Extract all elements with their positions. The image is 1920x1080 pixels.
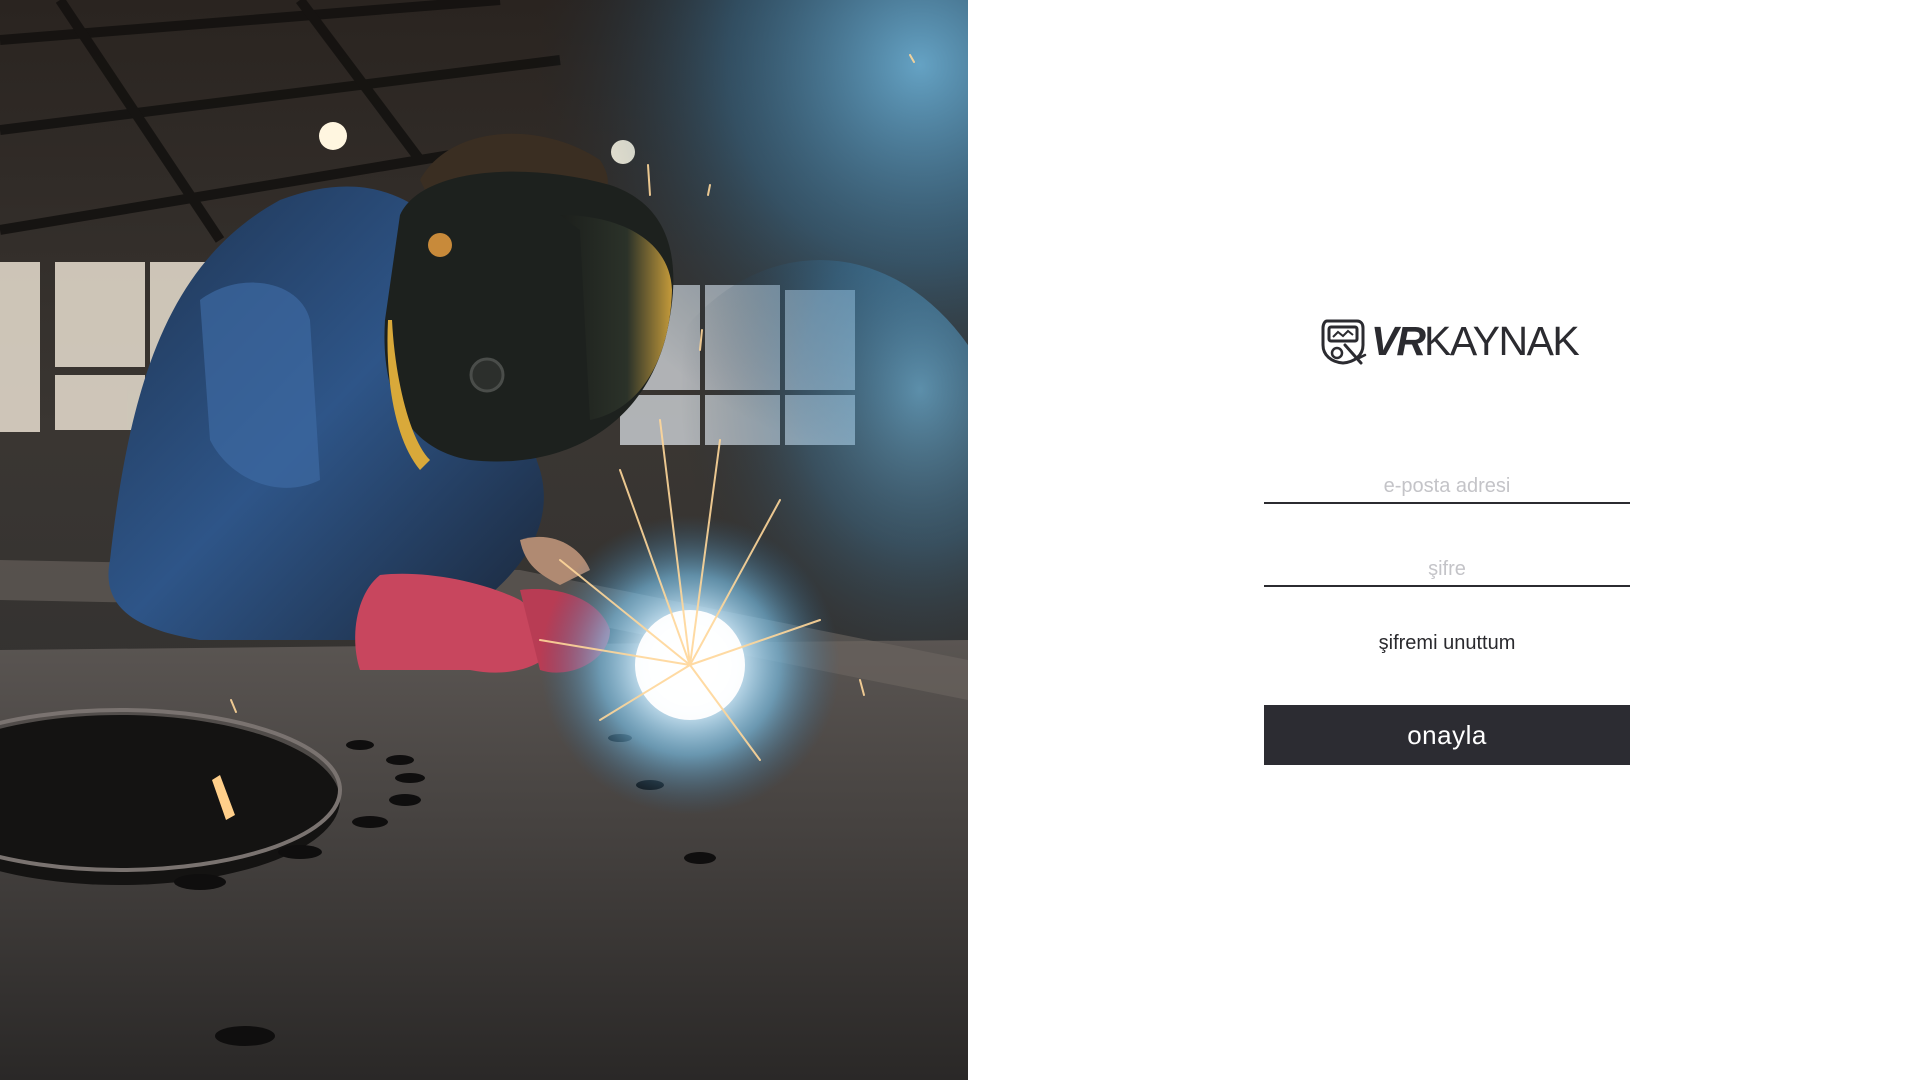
password-field-wrapper <box>1264 555 1630 587</box>
brand-logo: VRKAYNAK <box>1317 314 1580 368</box>
hero-image <box>0 0 968 1080</box>
login-panel: VRKAYNAK şifremi unuttum onayla <box>968 0 1920 1080</box>
welder-photo <box>0 0 968 1080</box>
forgot-password-link[interactable]: şifremi unuttum <box>1264 632 1630 655</box>
submit-button[interactable]: onayla <box>1264 705 1630 765</box>
brand-name-bold: VR <box>1371 317 1426 364</box>
email-field-wrapper <box>1264 472 1630 504</box>
brand-name-light: KAYNAK <box>1423 317 1580 364</box>
brand-name: VRKAYNAK <box>1371 317 1580 364</box>
email-field[interactable] <box>1264 472 1630 502</box>
password-field[interactable] <box>1264 555 1630 585</box>
welding-helmet-icon <box>1321 319 1367 365</box>
